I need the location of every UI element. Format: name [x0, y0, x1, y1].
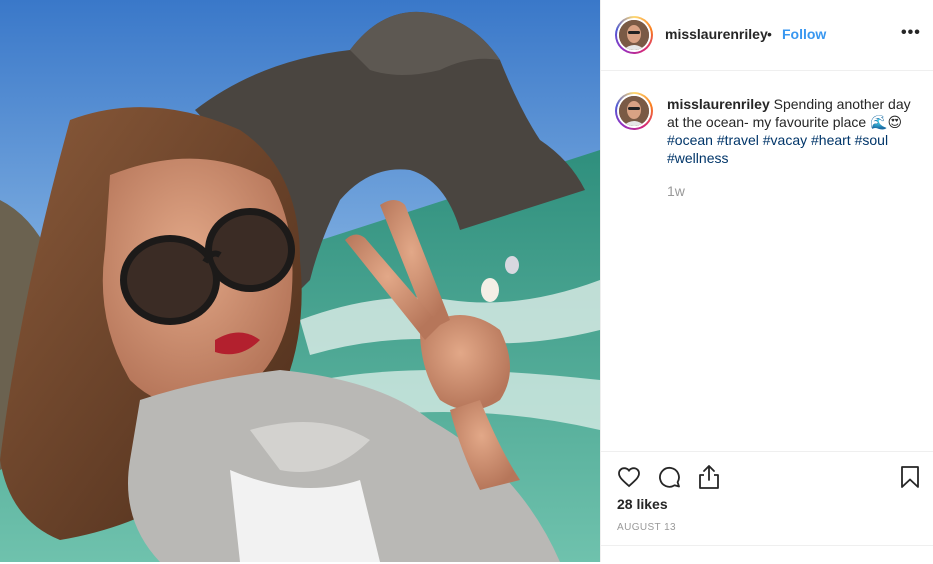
selfie-photo: [0, 0, 600, 562]
hashtag-heart[interactable]: #heart: [811, 132, 851, 148]
post-actions: 28 likes AUGUST 13: [601, 451, 933, 562]
post-date[interactable]: AUGUST 13: [617, 522, 676, 533]
separator-dot: •: [767, 26, 772, 42]
hashtag-ocean[interactable]: #ocean: [667, 132, 713, 148]
instagram-post: misslaurenriley • Follow ••• misslaurenr…: [0, 0, 933, 562]
share-icon[interactable]: [697, 464, 721, 495]
avatar-icon[interactable]: [615, 16, 653, 54]
hashtag-vacay[interactable]: #vacay: [763, 132, 807, 148]
hashtag-travel[interactable]: #travel: [717, 132, 759, 148]
caption-username-link[interactable]: misslaurenriley: [667, 96, 770, 112]
post-header: misslaurenriley • Follow •••: [601, 0, 933, 71]
comment-area-divider: [601, 545, 933, 564]
heart-icon[interactable]: [617, 465, 641, 494]
more-options-icon[interactable]: •••: [901, 25, 921, 41]
post-side-panel: misslaurenriley • Follow ••• misslaurenr…: [600, 0, 933, 562]
hashtag-soul[interactable]: #soul: [855, 132, 888, 148]
caption-avatar-icon[interactable]: [615, 92, 653, 130]
likes-count[interactable]: 28 likes: [617, 496, 668, 512]
post-caption: misslaurenriley Spending another day at …: [667, 95, 922, 167]
follow-button[interactable]: Follow: [782, 26, 826, 42]
caption-timestamp[interactable]: 1w: [667, 183, 685, 199]
username-link[interactable]: misslaurenriley: [665, 26, 768, 42]
comment-icon[interactable]: [657, 465, 681, 494]
hashtag-wellness[interactable]: #wellness: [667, 150, 728, 166]
post-photo[interactable]: [0, 0, 600, 562]
bookmark-icon[interactable]: [899, 465, 921, 494]
